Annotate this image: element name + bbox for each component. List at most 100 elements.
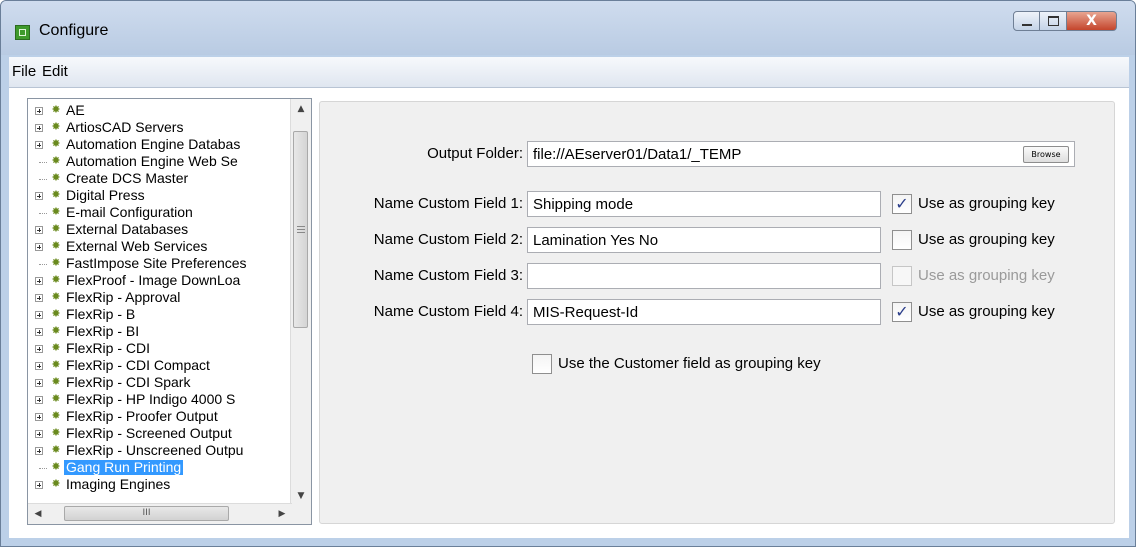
expand-plus-icon[interactable]: [35, 277, 43, 285]
checkmark-icon: ✓: [895, 194, 909, 213]
gear-icon: ✸: [51, 155, 61, 167]
gear-icon: ✸: [51, 138, 61, 150]
minimize-icon: [1021, 23, 1032, 26]
tree-item[interactable]: ✸ Create DCS Master: [28, 171, 292, 188]
gear-icon: ✸: [51, 478, 61, 490]
tree-branch-line: [39, 468, 47, 470]
tree-item[interactable]: ✸ FastImpose Site Preferences: [28, 256, 292, 273]
tree-item[interactable]: ✸ Automation Engine Web Se: [28, 154, 292, 171]
menu-edit[interactable]: Edit: [42, 63, 68, 80]
browse-button[interactable]: Browse: [1023, 146, 1069, 163]
tree-horizontal-scrollbar[interactable]: ◀ III ▶: [28, 503, 292, 524]
tree-items: ✸ AE ✸ ArtiosCAD Servers ✸ Automation Engine …: [28, 103, 292, 494]
expand-plus-icon[interactable]: [35, 294, 43, 302]
horizontal-scroll-thumb[interactable]: III: [64, 506, 229, 521]
tree-item[interactable]: ✸ FlexRip - CDI Compact: [28, 358, 292, 375]
custom-field-1-input[interactable]: [527, 191, 881, 217]
tree-item-label: Create DCS Master: [66, 171, 189, 186]
custom-field-3-input[interactable]: [527, 263, 881, 289]
custom-field-3-label: Name Custom Field 3:: [373, 267, 523, 284]
gear-icon: ✸: [51, 376, 61, 388]
tree-item[interactable]: ✸ FlexRip - CDI: [28, 341, 292, 358]
tree-item[interactable]: ✸ External Web Services: [28, 239, 292, 256]
expand-plus-icon[interactable]: [35, 413, 43, 421]
gear-icon: ✸: [51, 325, 61, 337]
tree-item[interactable]: ✸ ArtiosCAD Servers: [28, 120, 292, 137]
custom-field-4-grouping-label[interactable]: Use as grouping key: [918, 303, 1055, 320]
expand-plus-icon[interactable]: [35, 124, 43, 132]
expand-plus-icon[interactable]: [35, 447, 43, 455]
customer-grouping-checkbox[interactable]: [532, 354, 552, 374]
custom-field-2-grouping-checkbox[interactable]: [892, 230, 912, 250]
gear-icon: ✸: [51, 189, 61, 201]
close-button[interactable]: X: [1067, 11, 1117, 31]
expand-plus-icon[interactable]: [35, 430, 43, 438]
tree-item[interactable]: ✸ FlexRip - Screened Output: [28, 426, 292, 443]
expand-plus-icon[interactable]: [35, 345, 43, 353]
tree-item[interactable]: ✸ AE: [28, 103, 292, 120]
window-title: Configure: [39, 22, 109, 39]
tree-vertical-scrollbar[interactable]: ▲ ▼: [290, 99, 311, 506]
tree-item[interactable]: ✸ FlexRip - B: [28, 307, 292, 324]
expand-plus-icon[interactable]: [35, 328, 43, 336]
custom-field-3-grouping-checkbox: [892, 266, 912, 286]
title-bar[interactable]: Configure X: [1, 1, 1135, 55]
configure-window: Configure X File Edit ✸ AE ✸ ArtiosCAD Serv…: [0, 0, 1136, 547]
vertical-scroll-thumb[interactable]: [293, 131, 308, 328]
expand-plus-icon[interactable]: [35, 141, 43, 149]
maximize-button[interactable]: [1040, 11, 1067, 31]
scroll-right-arrow-icon[interactable]: ▶: [272, 504, 292, 524]
tree-item-label: E-mail Configuration: [66, 205, 193, 220]
tree-item-label: Imaging Engines: [66, 477, 171, 492]
checkmark-icon: ✓: [895, 302, 909, 321]
tree-item[interactable]: ✸ External Databases: [28, 222, 292, 239]
tree-item[interactable]: ✸ Imaging Engines: [28, 477, 292, 494]
tree-item[interactable]: ✸ FlexRip - CDI Spark: [28, 375, 292, 392]
tree-item-label: Automation Engine Web Se: [66, 154, 238, 169]
custom-field-2-label: Name Custom Field 2:: [373, 231, 523, 248]
tree-item[interactable]: ✸ FlexRip - Unscreened Outpu: [28, 443, 292, 460]
tree-item[interactable]: ✸ FlexRip - HP Indigo 4000 S: [28, 392, 292, 409]
tree-item-label: FlexRip - Unscreened Outpu: [66, 443, 244, 458]
expand-plus-icon[interactable]: [35, 362, 43, 370]
expand-plus-icon[interactable]: [35, 192, 43, 200]
expand-plus-icon[interactable]: [35, 311, 43, 319]
expand-plus-icon[interactable]: [35, 243, 43, 251]
tree-item[interactable]: ✸ FlexRip - BI: [28, 324, 292, 341]
custom-field-4-input[interactable]: [527, 299, 881, 325]
custom-field-1-grouping-label[interactable]: Use as grouping key: [918, 195, 1055, 212]
menu-file[interactable]: File: [12, 63, 36, 80]
custom-field-1-grouping-checkbox[interactable]: ✓: [892, 194, 912, 214]
tree-item[interactable]: ✸ FlexRip - Approval: [28, 290, 292, 307]
customer-grouping-label[interactable]: Use the Customer field as grouping key: [558, 355, 821, 372]
tree-item-label: Digital Press: [66, 188, 145, 203]
custom-field-2-input[interactable]: [527, 227, 881, 253]
gear-icon: ✸: [51, 444, 61, 456]
close-icon: X: [1086, 13, 1097, 29]
scroll-left-arrow-icon[interactable]: ◀: [28, 504, 48, 524]
custom-field-4-grouping-checkbox[interactable]: ✓: [892, 302, 912, 322]
expand-plus-icon[interactable]: [35, 226, 43, 234]
output-folder-label: Output Folder:: [427, 145, 523, 162]
expand-plus-icon[interactable]: [35, 396, 43, 404]
expand-plus-icon[interactable]: [35, 379, 43, 387]
tree-item[interactable]: ✸ FlexRip - Proofer Output: [28, 409, 292, 426]
tree-item-label: FlexRip - CDI Compact: [66, 358, 210, 373]
tree-item-label: FlexRip - CDI: [66, 341, 151, 356]
tree-item[interactable]: ✸ Digital Press: [28, 188, 292, 205]
gear-icon: ✸: [51, 240, 61, 252]
expand-plus-icon[interactable]: [35, 107, 43, 115]
tree-item[interactable]: ✸ FlexProof - Image DownLoa: [28, 273, 292, 290]
expand-plus-icon[interactable]: [35, 481, 43, 489]
config-tree[interactable]: ✸ AE ✸ ArtiosCAD Servers ✸ Automation Engine …: [27, 98, 312, 525]
tree-item-label: AE: [66, 103, 85, 118]
tree-item[interactable]: ✸ E-mail Configuration: [28, 205, 292, 222]
scroll-up-arrow-icon[interactable]: ▲: [291, 99, 311, 119]
output-folder-field[interactable]: [527, 141, 1075, 167]
tree-item[interactable]: ✸ Automation Engine Databas: [28, 137, 292, 154]
scroll-down-arrow-icon[interactable]: ▼: [291, 486, 311, 506]
custom-field-2-grouping-label[interactable]: Use as grouping key: [918, 231, 1055, 248]
grip-line: [297, 232, 305, 233]
minimize-button[interactable]: [1013, 11, 1040, 31]
tree-item[interactable]: ✸ Gang Run Printing: [28, 460, 292, 477]
